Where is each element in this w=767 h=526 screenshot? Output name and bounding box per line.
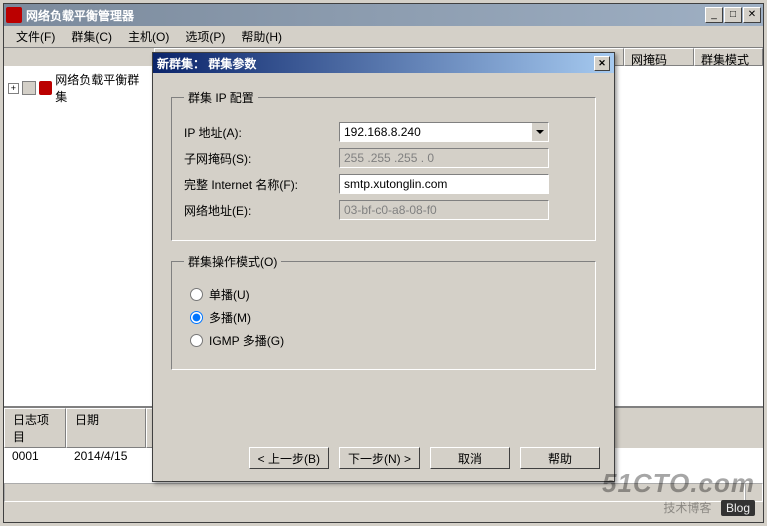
tree-pane: + 网络负载平衡群集 [4, 66, 154, 406]
tree-expand-icon[interactable]: + [8, 83, 19, 94]
log-cell-item: 0001 [4, 449, 66, 463]
dialog-title: 新群集： 群集参数 [157, 55, 256, 72]
maximize-button[interactable]: □ [724, 7, 742, 23]
next-button[interactable]: 下一步(N) > [339, 447, 420, 469]
dialog-close-button[interactable]: ✕ [594, 56, 610, 71]
label-fqdn: 完整 Internet 名称(F): [184, 176, 339, 193]
menubar: 文件(F) 群集(C) 主机(O) 选项(P) 帮助(H) [4, 26, 763, 48]
label-mac: 网络地址(E): [184, 202, 339, 219]
dialog-buttons: < 上一步(B) 下一步(N) > 取消 帮助 [249, 447, 600, 469]
menu-host[interactable]: 主机(O) [120, 26, 177, 47]
label-multicast: 多播(M) [209, 309, 251, 326]
log-cell-date: 2014/4/15 [66, 449, 146, 463]
ip-address-select[interactable]: 192.168.8.240 [339, 122, 549, 142]
close-window-button[interactable]: ✕ [743, 7, 761, 23]
tree-root-icon [22, 81, 36, 95]
minimize-button[interactable]: _ [705, 7, 723, 23]
radio-unicast[interactable] [190, 288, 203, 301]
statusbar [4, 482, 763, 502]
log-col-item[interactable]: 日志项目 [4, 408, 66, 448]
main-titlebar: 网络负载平衡管理器 _ □ ✕ [4, 4, 763, 26]
statusbar-section [4, 483, 745, 502]
app-icon [6, 7, 22, 23]
log-col-date[interactable]: 日期 [66, 408, 146, 448]
column-mode[interactable]: 群集模式 [694, 48, 763, 66]
tree-root[interactable]: + 网络负载平衡群集 [8, 70, 149, 106]
resize-grip-icon[interactable] [745, 483, 763, 502]
group-ip-legend: 群集 IP 配置 [184, 89, 258, 106]
app-title: 网络负载平衡管理器 [26, 7, 705, 24]
label-mask: 子网掩码(S): [184, 150, 339, 167]
label-igmp: IGMP 多播(G) [209, 332, 284, 349]
tree-root-label: 网络负载平衡群集 [55, 71, 149, 105]
label-ip: IP 地址(A): [184, 124, 339, 141]
group-ip-config: 群集 IP 配置 IP 地址(A): 192.168.8.240 子网掩码(S)… [171, 89, 596, 241]
dialog-titlebar: 新群集： 群集参数 ✕ [153, 53, 614, 73]
group-mode-legend: 群集操作模式(O) [184, 253, 281, 270]
window-controls: _ □ ✕ [705, 7, 761, 23]
dialog-body: 群集 IP 配置 IP 地址(A): 192.168.8.240 子网掩码(S)… [153, 73, 614, 370]
label-unicast: 单播(U) [209, 286, 250, 303]
menu-cluster[interactable]: 群集(C) [63, 26, 120, 47]
menu-help[interactable]: 帮助(H) [233, 26, 290, 47]
radio-igmp[interactable] [190, 334, 203, 347]
radio-multicast[interactable] [190, 311, 203, 324]
subnet-mask-input [339, 148, 549, 168]
cluster-icon [39, 81, 53, 95]
help-button[interactable]: 帮助 [520, 447, 600, 469]
menu-options[interactable]: 选项(P) [177, 26, 233, 47]
group-mode: 群集操作模式(O) 单播(U) 多播(M) IGMP 多播(G) [171, 253, 596, 370]
mac-address-input [339, 200, 549, 220]
back-button[interactable]: < 上一步(B) [249, 447, 329, 469]
fqdn-input[interactable] [339, 174, 549, 194]
menu-file[interactable]: 文件(F) [8, 26, 63, 47]
cancel-button[interactable]: 取消 [430, 447, 510, 469]
column-mask[interactable]: 网掩码 [624, 48, 694, 66]
new-cluster-dialog: 新群集： 群集参数 ✕ 群集 IP 配置 IP 地址(A): 192.168.8… [152, 52, 615, 482]
